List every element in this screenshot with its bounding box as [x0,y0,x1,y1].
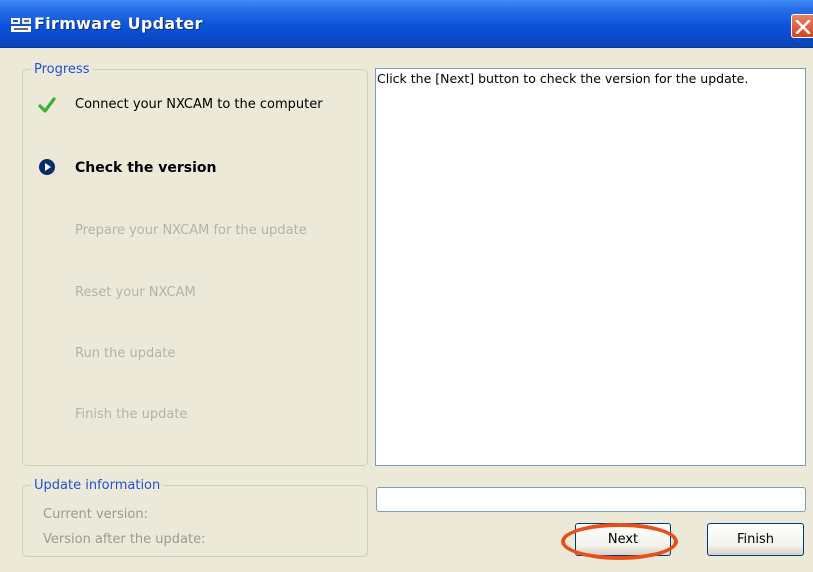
after-version-label: Version after the update: [43,532,206,547]
step-reset: Reset your NXCAM [75,285,196,300]
close-icon [795,20,811,34]
play-circle-icon [39,159,55,175]
step-run-update: Run the update [75,346,176,361]
title-bar[interactable]: Firmware Updater [0,0,813,48]
close-button[interactable] [791,14,813,38]
update-info-group: Update information Current version: Vers… [22,478,368,557]
progress-group: Progress [22,62,368,466]
step-finish-update: Finish the update [75,407,188,422]
step-connect: Connect your NXCAM to the computer [75,97,323,112]
update-info-legend: Update information [31,478,164,494]
check-icon [38,97,56,113]
app-icon [11,18,31,32]
message-area[interactable]: Click the [Next] button to check the ver… [375,68,806,466]
progress-legend: Progress [31,62,93,78]
progress-field [376,487,806,512]
window-title: Firmware Updater [34,14,203,33]
firmware-updater-window: Firmware Updater Progress Connect your N… [0,0,813,572]
step-check-version: Check the version [75,160,217,176]
current-version-label: Current version: [43,507,148,522]
step-prepare: Prepare your NXCAM for the update [75,223,307,238]
next-button[interactable]: Next [575,523,671,556]
finish-button[interactable]: Finish [707,523,804,556]
instruction-text: Click the [Next] button to check the ver… [377,71,749,86]
